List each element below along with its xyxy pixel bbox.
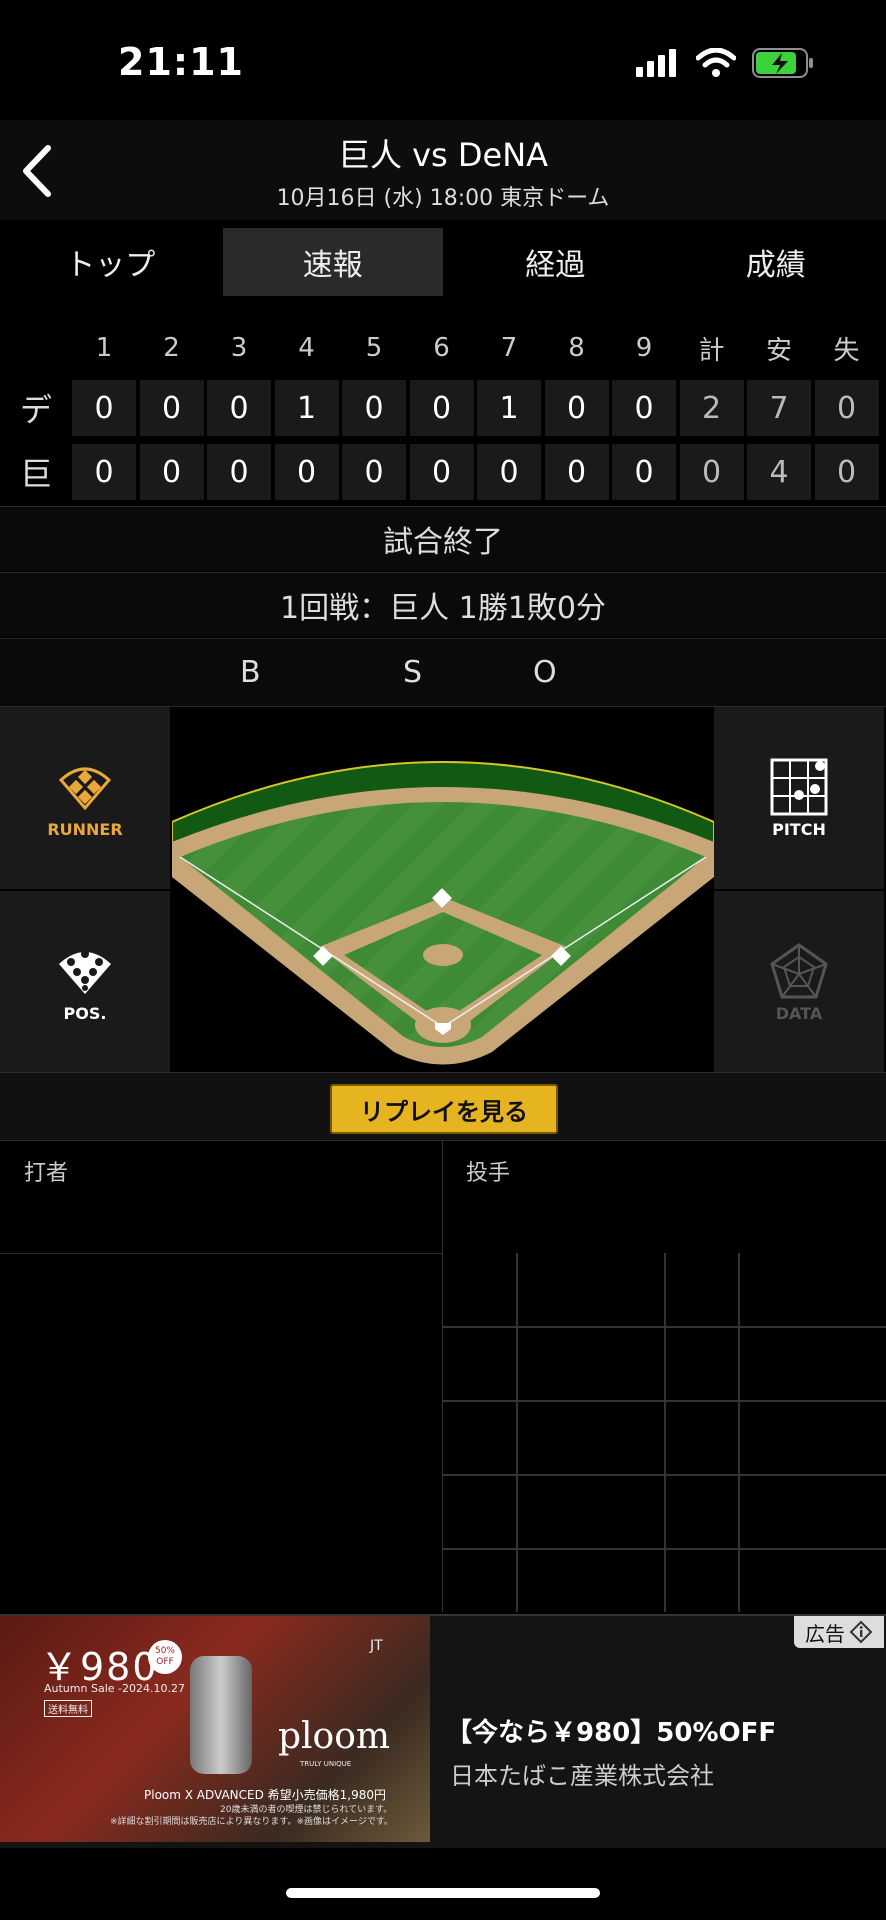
balls-label: B — [240, 655, 261, 690]
runner-label: RUNNER — [47, 819, 123, 839]
ad-tag-label: 広告 — [805, 1621, 845, 1646]
ad-brand-tagline: TRULY UNIQUE — [300, 1760, 352, 1768]
baseball-field — [172, 761, 714, 1065]
ad-discount-badge: 50% OFF — [148, 1640, 182, 1674]
score-cell: 1 — [274, 380, 339, 436]
score-cell: 0 — [477, 444, 541, 500]
data-button[interactable]: DATA — [714, 891, 884, 1073]
score-cell: 0 — [612, 444, 676, 500]
count-display: B S O — [0, 638, 886, 707]
scoreboard-row-dena: デ 0 0 0 1 0 0 1 0 0 2 7 0 — [0, 378, 886, 438]
tab-bar: トップ 速報 経過 成績 — [0, 220, 886, 304]
score-cell: 0 — [72, 380, 136, 436]
ad-sale-period: Autumn Sale -2024.10.27 — [44, 1682, 185, 1695]
score-cell: 0 — [207, 444, 271, 500]
team-name: 巨 — [19, 455, 52, 493]
wifi-icon — [696, 48, 736, 77]
score-cell: 0 — [342, 444, 406, 500]
hits-cell: 4 — [747, 444, 811, 500]
score-cell: 1 — [477, 380, 541, 436]
status-icons — [636, 48, 814, 78]
inning-header: 8 — [568, 333, 585, 363]
inning-header: 6 — [433, 333, 450, 363]
total-runs-cell: 2 — [679, 380, 744, 436]
inning-header: 5 — [365, 333, 383, 363]
game-status: 試合終了 — [0, 506, 886, 571]
inning-header: 4 — [298, 333, 315, 363]
score-cell: 0 — [544, 444, 609, 500]
tab-top[interactable]: トップ — [0, 220, 221, 304]
ad-title[interactable]: 【今なら￥980】50%OFF — [446, 1712, 776, 1749]
tab-stats[interactable]: 成績 — [666, 220, 886, 304]
score-cell: 0 — [274, 444, 339, 500]
ad-product-image — [190, 1656, 252, 1774]
score-cell: 0 — [612, 380, 676, 436]
pitcher-label: 投手 — [466, 1161, 511, 1186]
pitch-button[interactable]: PITCH — [714, 707, 884, 889]
tab-progress[interactable]: 経過 — [445, 220, 666, 304]
position-icon — [59, 949, 111, 994]
data-label: DATA — [775, 1003, 823, 1023]
ad-notice-disclaimer: ※詳細な割引期間は販売店により異なります。※画像はイメージです。 — [110, 1817, 393, 1827]
scoreboard: 1 2 3 4 5 6 7 8 9 計 安 失 デ 0 0 0 1 0 0 1 … — [0, 318, 886, 506]
replay-button[interactable]: リプレイを見る — [330, 1084, 558, 1134]
pitch-log-grid — [443, 1253, 886, 1612]
tab-live[interactable]: 速報 — [222, 228, 443, 296]
inning-header: 2 — [163, 333, 180, 363]
game-info: 10月16日 (水) 18:00 東京ドーム — [276, 186, 610, 211]
total-runs-header: 計 — [698, 335, 725, 366]
ad-shipping: 送料無料 — [44, 1700, 92, 1717]
runner-button[interactable]: RUNNER — [0, 707, 170, 889]
inning-header: 9 — [635, 333, 653, 363]
series-record: 1回戦：巨人 1勝1敗0分 — [0, 572, 886, 637]
ad-tag[interactable]: 広告 — [794, 1616, 884, 1648]
battery-icon — [752, 48, 813, 78]
score-cell: 0 — [409, 380, 474, 436]
radar-chart-icon — [770, 942, 828, 998]
errors-header: 失 — [833, 335, 860, 366]
errors-cell: 0 — [814, 444, 879, 500]
runner-icon — [58, 767, 112, 810]
score-cell: 0 — [72, 444, 136, 500]
score-cell: 0 — [207, 380, 271, 436]
ad-product-line: Ploom X ADVANCED 希望小売価格1,980円 — [144, 1788, 387, 1802]
score-cell: 0 — [544, 380, 609, 436]
scoreboard-header: 1 2 3 4 5 6 7 8 9 計 安 失 — [0, 318, 886, 378]
status-time: 21:11 — [118, 40, 244, 84]
score-cell: 0 — [342, 380, 406, 436]
inning-header: 3 — [230, 333, 248, 363]
pitch-grid-icon — [770, 758, 828, 815]
strikes-label: S — [403, 655, 423, 690]
outs-label: O — [533, 655, 557, 690]
batter-label: 打者 — [24, 1161, 69, 1186]
ad-maker: JT — [370, 1638, 383, 1654]
team-name: デ — [19, 391, 52, 429]
signal-icon — [636, 49, 676, 77]
total-runs-cell: 0 — [679, 444, 744, 500]
ad-brand-logo: ploom — [278, 1716, 391, 1757]
ad-image[interactable]: ￥980 50% OFF Autumn Sale -2024.10.27 送料無… — [0, 1616, 430, 1842]
position-button[interactable]: POS. — [0, 891, 170, 1073]
hits-cell: 7 — [747, 380, 811, 436]
hits-header: 安 — [765, 335, 792, 366]
errors-cell: 0 — [814, 380, 879, 436]
inning-header: 1 — [95, 333, 113, 363]
inning-header: 7 — [500, 333, 518, 363]
score-cell: 0 — [409, 444, 474, 500]
position-label: POS. — [63, 1003, 107, 1023]
scoreboard-row-giants: 巨 0 0 0 0 0 0 0 0 0 0 4 0 — [0, 442, 886, 502]
score-cell: 0 — [139, 444, 204, 500]
ad-sponsor: 日本たばこ産業株式会社 — [450, 1762, 714, 1790]
pitch-label: PITCH — [772, 819, 826, 839]
score-cell: 0 — [139, 380, 204, 436]
page-title: 巨人 vs DeNA — [337, 136, 549, 174]
info-icon — [849, 1620, 873, 1644]
home-indicator[interactable] — [286, 1888, 600, 1898]
batter-pitcher-panel: 打者 投手 — [0, 1140, 886, 1254]
